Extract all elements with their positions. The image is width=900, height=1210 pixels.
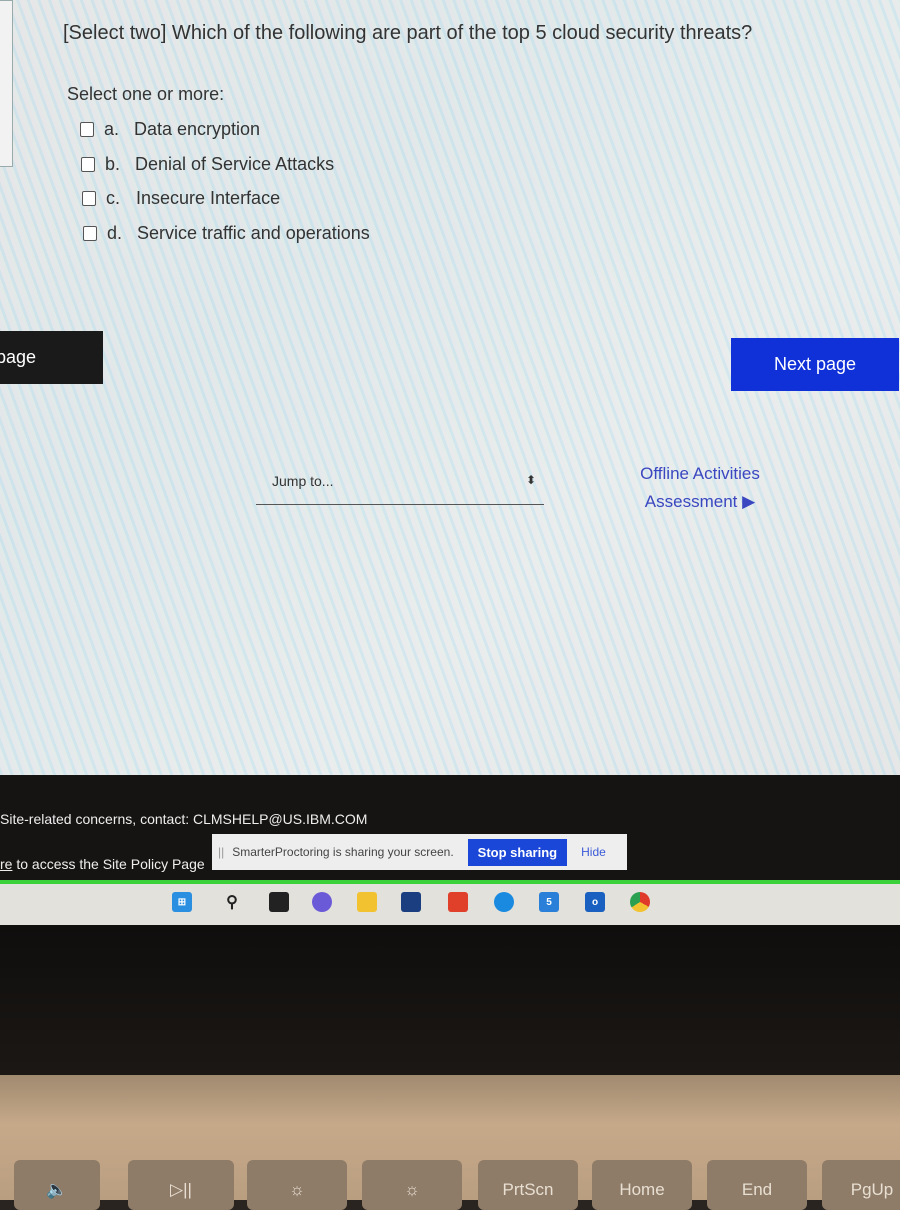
next-activity-link[interactable]: Offline Activities Assessment ▶	[600, 460, 800, 516]
key-volume: 🔈	[14, 1160, 100, 1210]
outlook-icon[interactable]: o	[585, 892, 605, 912]
screen-share-bar: || SmarterProctoring is sharing your scr…	[212, 834, 627, 870]
hide-button[interactable]: Hide	[581, 845, 606, 859]
edge-icon[interactable]	[494, 892, 514, 912]
checkbox[interactable]	[83, 226, 97, 241]
teams-chat-icon[interactable]	[312, 892, 332, 912]
next-page-button[interactable]: Next page	[731, 338, 899, 391]
task-view-icon[interactable]	[269, 892, 289, 912]
mail-icon[interactable]: 5	[539, 892, 559, 912]
previous-page-label: page	[0, 347, 37, 367]
laptop-bezel	[0, 925, 900, 1085]
question-text: [Select two] Which of the following are …	[63, 22, 753, 44]
key-end: End	[707, 1160, 807, 1210]
share-message: SmarterProctoring is sharing your screen…	[232, 845, 454, 859]
option-label: Service traffic and operations	[137, 223, 370, 243]
question-info-box	[0, 0, 13, 167]
select-arrows-icon: ⬍	[525, 473, 536, 487]
contact-text: Site-related concerns, contact: CLMSHELP…	[0, 811, 368, 827]
jump-to-select[interactable]: Jump to... ⬍	[256, 470, 544, 505]
option-d[interactable]: d. Service traffic and operations	[83, 223, 370, 244]
option-a[interactable]: a. Data encryption	[80, 119, 260, 140]
stop-sharing-button[interactable]: Stop sharing	[467, 838, 568, 866]
option-letter: b.	[105, 154, 121, 174]
policy-suffix: to access the Site Policy Page	[12, 856, 205, 872]
option-b[interactable]: b. Denial of Service Attacks	[81, 154, 334, 175]
key-play-pause: ▷||	[128, 1160, 234, 1210]
option-letter: a.	[104, 119, 120, 139]
key-brightness-down: ☼	[247, 1160, 347, 1210]
option-label: Data encryption	[134, 119, 261, 139]
policy-text: re to access the Site Policy Page	[0, 856, 205, 872]
key-pgup: PgUp	[822, 1160, 900, 1210]
option-letter: d.	[107, 223, 123, 243]
option-label: Denial of Service Attacks	[135, 154, 335, 174]
office-icon[interactable]	[448, 892, 468, 912]
windows-start-icon[interactable]: ⊞	[172, 892, 192, 912]
search-icon[interactable]: ⚲	[222, 892, 242, 912]
browser-screen: [Select two] Which of the following are …	[0, 0, 900, 925]
chrome-icon[interactable]	[630, 892, 650, 912]
checkbox[interactable]	[81, 157, 95, 172]
next-activity-line1: Offline Activities	[640, 464, 760, 483]
previous-page-button[interactable]: page	[0, 331, 103, 384]
next-page-label: Next page	[773, 354, 857, 374]
drag-handle-icon[interactable]: ||	[218, 845, 224, 859]
store-icon[interactable]	[401, 892, 421, 912]
option-c[interactable]: c. Insecure Interface	[82, 188, 280, 209]
file-explorer-icon[interactable]	[357, 892, 377, 912]
next-activity-line2: Assessment ▶	[644, 492, 756, 511]
mail-badge: 5	[546, 896, 552, 908]
option-label: Insecure Interface	[136, 188, 281, 208]
checkbox[interactable]	[80, 122, 94, 137]
jump-to-placeholder: Jump to...	[272, 473, 334, 489]
taskbar: ⊞ ⚲ 5 o	[0, 884, 900, 925]
select-instruction: Select one or more:	[67, 84, 225, 104]
key-prtscn: PrtScn	[478, 1160, 578, 1210]
key-home: Home	[592, 1160, 692, 1210]
key-brightness-up: ☼	[362, 1160, 462, 1210]
checkbox[interactable]	[82, 191, 96, 206]
policy-link[interactable]: re	[0, 856, 12, 872]
option-letter: c.	[106, 188, 121, 208]
